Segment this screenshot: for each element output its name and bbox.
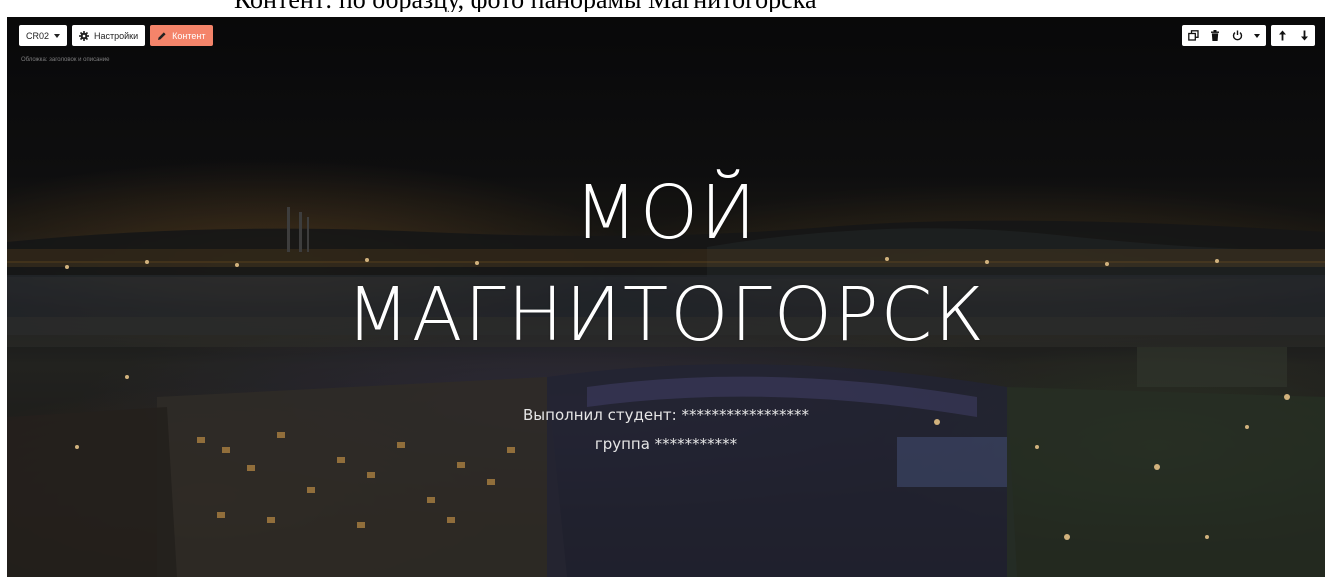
block-toolbar-left: CR02 Настройки Контент [19,25,213,46]
cover-subtitle-student: Выполнил студент: ***************** [523,406,809,424]
block-code-label: CR02 [26,30,50,41]
settings-button[interactable]: Настройки [72,25,146,46]
move-up-button[interactable] [1271,25,1293,46]
cover-subtitle-group: группа *********** [594,435,738,453]
document-caption: Контент: по образцу, фото панорамы Магни… [234,0,1134,12]
content-label: Контент [172,30,206,41]
cover-block: CR02 Настройки Контент Обложка: заголово… [7,17,1325,577]
block-actions-group [1182,25,1266,46]
settings-label: Настройки [94,30,139,41]
cover-title-line2: МАГНИТОГОРСК [345,272,987,358]
reorder-group [1271,25,1315,46]
trash-icon [1211,30,1219,41]
toggle-visibility-button[interactable] [1226,25,1248,46]
power-icon [1232,30,1242,41]
arrow-down-icon [1300,30,1308,41]
chevron-down-icon [1254,33,1260,38]
gear-icon [79,30,90,41]
block-code-dropdown[interactable]: CR02 [19,25,68,46]
delete-button[interactable] [1204,25,1226,46]
duplicate-icon [1187,30,1199,41]
pencil-icon [158,31,166,40]
arrow-up-icon [1278,30,1286,41]
chevron-down-icon [54,33,61,38]
cover-title-line1: МОЙ [574,170,758,256]
content-button[interactable]: Контент [150,25,213,46]
move-down-button[interactable] [1293,25,1315,46]
more-actions-dropdown[interactable] [1248,25,1266,46]
block-description: Обложка: заголовок и описание [21,57,110,63]
duplicate-button[interactable] [1182,25,1204,46]
block-toolbar-right [1182,25,1315,46]
